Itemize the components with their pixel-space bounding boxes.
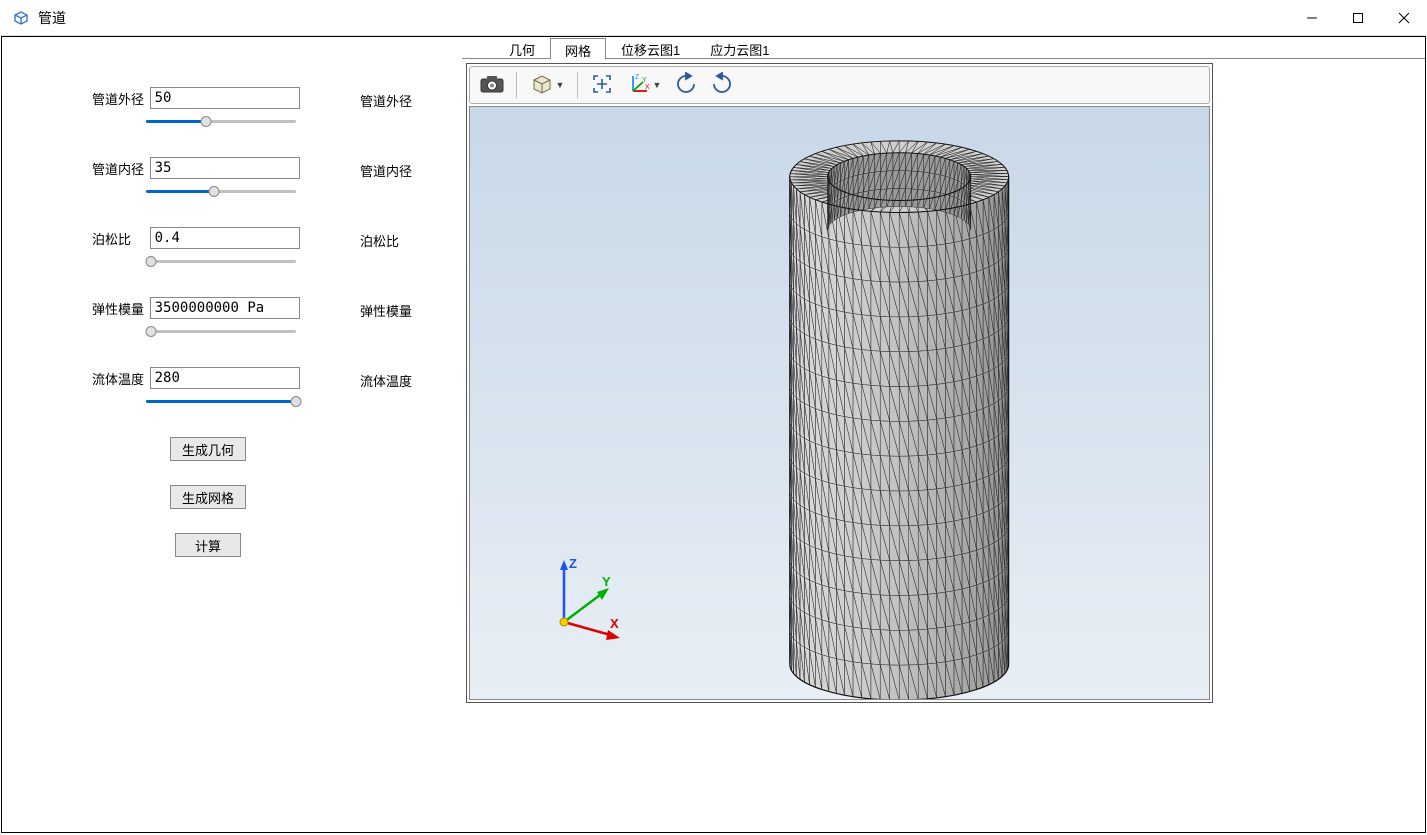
minimize-button[interactable] <box>1289 0 1335 36</box>
slider-poisson[interactable] <box>146 255 296 269</box>
rightlabel-inner-diameter: 管道内径 <box>360 157 412 180</box>
cube-icon <box>530 72 554 99</box>
rotate-ccw-icon <box>674 72 698 99</box>
sidebar: 管道外径 管道外径 管道内径 管道内径 泊松比 <box>2 37 462 581</box>
param-fluid-temp: 流体温度 流体温度 <box>92 367 442 409</box>
viewport-canvas[interactable]: Z Y X <box>469 106 1210 700</box>
rightlabel-elastic: 弹性模量 <box>360 297 412 320</box>
param-poisson: 泊松比 泊松比 <box>92 227 442 269</box>
svg-text:X: X <box>610 616 619 631</box>
titlebar: 管道 <box>0 0 1427 36</box>
chevron-down-icon: ▼ <box>556 80 565 90</box>
axis-triad: Z Y X <box>542 554 632 647</box>
param-outer-diameter: 管道外径 管道外径 <box>92 87 442 129</box>
tab-mesh[interactable]: 网格 <box>550 38 606 59</box>
rightlabel-poisson: 泊松比 <box>360 227 399 250</box>
main-frame: 管道外径 管道外径 管道内径 管道内径 泊松比 <box>1 36 1426 833</box>
screenshot-button[interactable] <box>475 70 509 100</box>
view-cube-button[interactable]: ▼ <box>524 70 570 100</box>
window-title: 管道 <box>38 8 66 28</box>
svg-text:Z: Z <box>569 556 577 571</box>
viewer-toolbar: ▼ ZXY▼ <box>469 66 1210 104</box>
fit-icon <box>591 73 613 98</box>
param-inner-diameter: 管道内径 管道内径 <box>92 157 442 199</box>
svg-text:Y: Y <box>642 77 647 84</box>
tab-displacement-cloud[interactable]: 位移云图1 <box>606 37 695 58</box>
svg-text:Y: Y <box>602 574 611 589</box>
chevron-down-icon: ▼ <box>653 80 662 90</box>
input-outer-diameter[interactable] <box>150 87 300 109</box>
label-poisson: 泊松比 <box>92 229 146 248</box>
tab-stress-cloud[interactable]: 应力云图1 <box>695 37 784 58</box>
input-inner-diameter[interactable] <box>150 157 300 179</box>
svg-text:X: X <box>645 84 650 91</box>
compute-button[interactable]: 计算 <box>175 533 241 557</box>
label-elastic: 弹性模量 <box>92 299 146 318</box>
camera-icon <box>479 73 505 98</box>
rightlabel-outer-diameter: 管道外径 <box>360 87 412 110</box>
svg-text:Z: Z <box>635 74 640 81</box>
input-poisson[interactable] <box>150 227 300 249</box>
close-button[interactable] <box>1381 0 1427 36</box>
input-fluid-temp[interactable] <box>150 367 300 389</box>
rotate-cw-icon <box>710 72 734 99</box>
input-elastic[interactable] <box>150 297 300 319</box>
app-icon <box>12 9 30 27</box>
label-fluid-temp: 流体温度 <box>92 369 146 388</box>
rightlabel-fluid-temp: 流体温度 <box>360 367 412 390</box>
fit-view-button[interactable] <box>585 70 619 100</box>
rotate-ccw-button[interactable] <box>669 70 703 100</box>
label-outer-diameter: 管道外径 <box>92 89 146 108</box>
slider-outer-diameter[interactable] <box>146 115 296 129</box>
generate-geometry-button[interactable]: 生成几何 <box>170 437 246 461</box>
main-area: 几何 网格 位移云图1 应力云图1 ▼ ZXY▼ <box>462 37 1425 832</box>
viewer-frame: ▼ ZXY▼ Z Y X <box>466 63 1213 703</box>
tab-geometry[interactable]: 几何 <box>494 37 550 58</box>
rotate-cw-button[interactable] <box>705 70 739 100</box>
param-elastic: 弹性模量 弹性模量 <box>92 297 442 339</box>
tab-bar: 几何 网格 位移云图1 应力云图1 <box>462 37 1425 59</box>
axes-icon: ZXY <box>627 73 651 98</box>
slider-fluid-temp[interactable] <box>146 395 296 409</box>
label-inner-diameter: 管道内径 <box>92 159 146 178</box>
axes-orientation-button[interactable]: ZXY▼ <box>621 70 667 100</box>
maximize-button[interactable] <box>1335 0 1381 36</box>
slider-inner-diameter[interactable] <box>146 185 296 199</box>
slider-elastic[interactable] <box>146 325 296 339</box>
generate-mesh-button[interactable]: 生成网格 <box>170 485 246 509</box>
